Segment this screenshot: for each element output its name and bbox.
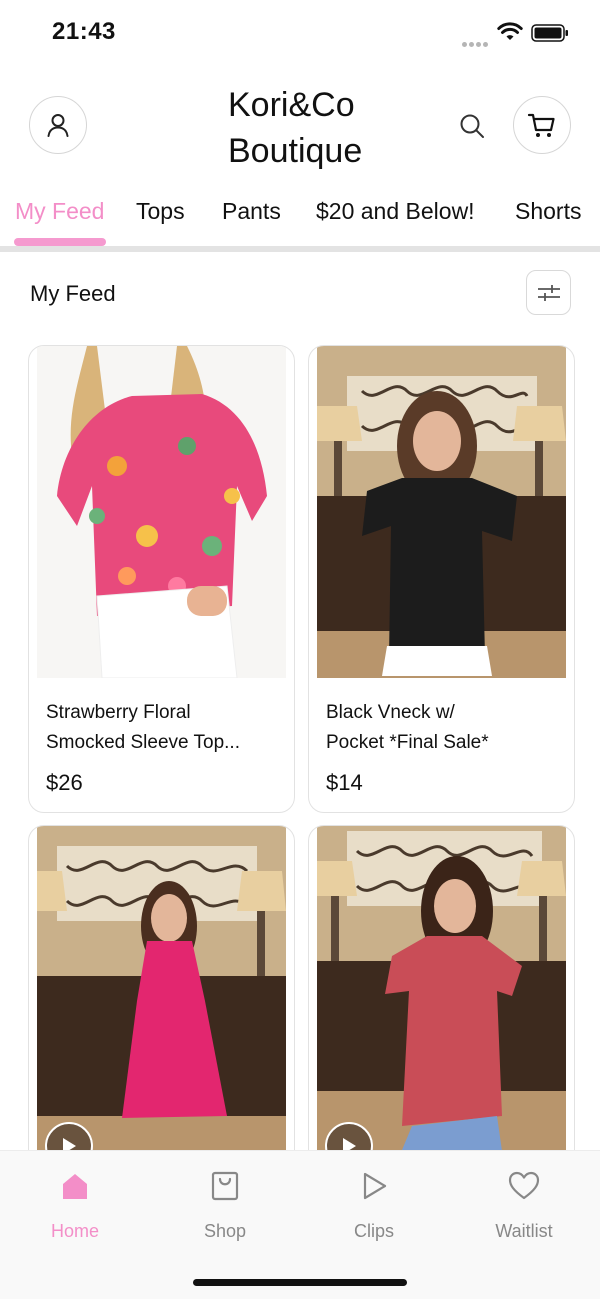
product-image[interactable] [317, 346, 566, 678]
active-tab-indicator [14, 238, 106, 246]
bottom-navigation: Home Shop Clips Waitlist [0, 1150, 600, 1299]
nav-label-waitlist: Waitlist [495, 1221, 553, 1241]
app-header: Kori&Co Boutique [0, 66, 600, 186]
shopping-bag-icon [211, 1171, 239, 1201]
product-info: Black Vneck w/ Pocket *Final Sale* $14 [326, 698, 556, 796]
play-icon [363, 1172, 387, 1200]
nav-waitlist[interactable]: Waitlist [469, 1169, 579, 1242]
tab-pants[interactable]: Pants [222, 198, 281, 225]
category-tabs: My Feed Tops Pants $20 and Below! Shorts [0, 186, 600, 248]
sliders-icon [537, 284, 560, 301]
nav-label-home: Home [50, 1221, 99, 1241]
product-video-thumbnail[interactable] [37, 826, 286, 1184]
filter-button[interactable] [526, 270, 571, 315]
brand-title-line2: Boutique [228, 132, 363, 170]
status-bar: 21:43 [0, 0, 600, 66]
home-indicator [193, 1279, 407, 1286]
nav-label-shop: Shop [203, 1221, 247, 1241]
tab-20-and-below[interactable]: $20 and Below! [316, 198, 475, 225]
product-name-line1: Black Vneck w/ [326, 702, 455, 723]
nav-home[interactable]: Home [20, 1169, 130, 1242]
tab-tops[interactable]: Tops [136, 198, 185, 225]
home-icon [63, 1174, 87, 1199]
product-price: $26 [46, 770, 83, 795]
product-name-line2: Pocket *Final Sale* [326, 732, 489, 753]
search-icon [460, 114, 484, 138]
heart-icon [508, 1171, 540, 1200]
brand-title: Kori&Co Boutique [228, 82, 428, 174]
product-card[interactable] [308, 825, 575, 1185]
nav-clips[interactable]: Clips [319, 1169, 429, 1242]
brand-title-line1: Kori&Co [228, 86, 355, 124]
product-name-line2: Smocked Sleeve Top... [46, 732, 240, 753]
product-card[interactable]: Strawberry Floral Smocked Sleeve Top... … [28, 345, 295, 813]
user-icon [47, 114, 69, 137]
tab-my-feed[interactable]: My Feed [15, 198, 104, 225]
product-card[interactable]: Black Vneck w/ Pocket *Final Sale* $14 [308, 345, 575, 813]
nav-shop[interactable]: Shop [170, 1169, 280, 1242]
product-video-thumbnail[interactable] [317, 826, 566, 1184]
feed-title: My Feed [30, 281, 116, 306]
signal-icon [462, 34, 490, 47]
tabs-divider [0, 246, 600, 252]
cart-icon [527, 113, 555, 137]
wifi-icon [497, 22, 523, 40]
cart-button[interactable] [513, 96, 571, 154]
battery-icon [531, 24, 568, 42]
product-image[interactable] [37, 346, 286, 678]
tab-shorts[interactable]: Shorts [515, 198, 581, 225]
search-button[interactable] [455, 109, 489, 143]
status-time: 21:43 [52, 18, 116, 45]
product-card[interactable] [28, 825, 295, 1185]
account-button[interactable] [29, 96, 87, 154]
product-price: $14 [326, 770, 363, 795]
nav-label-clips: Clips [353, 1221, 394, 1241]
product-name-line1: Strawberry Floral [46, 702, 191, 723]
product-info: Strawberry Floral Smocked Sleeve Top... … [46, 698, 276, 796]
